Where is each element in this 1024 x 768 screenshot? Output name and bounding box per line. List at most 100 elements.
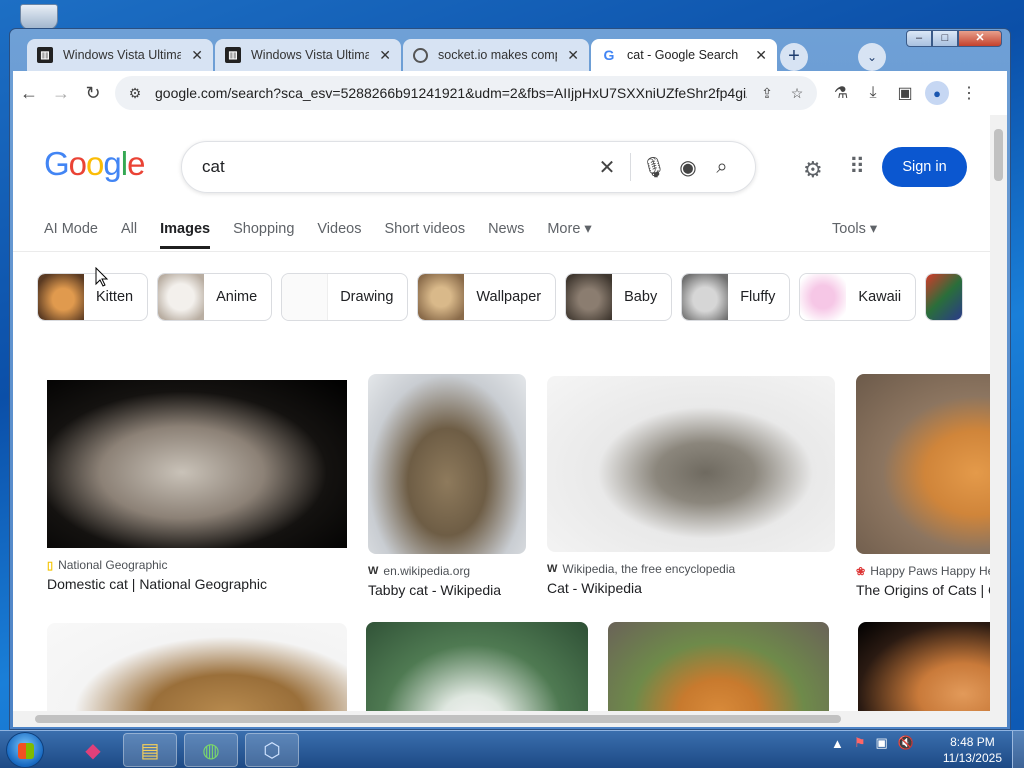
chip-thumbnail <box>158 274 205 320</box>
tab-vista-1[interactable]: ▥ Windows Vista Ultimat ✕ <box>27 39 213 71</box>
download-icon[interactable]: ⤓ <box>859 79 887 107</box>
action-center-flag-icon[interactable]: ⚑ <box>854 735 866 751</box>
refinement-chips: Kitten Anime Drawing Wallpaper Baby Fluf… <box>37 273 969 321</box>
close-icon[interactable]: ✕ <box>567 47 579 64</box>
sign-in-button[interactable]: Sign in <box>882 147 967 187</box>
tools-button[interactable]: Tools ▾ <box>832 221 877 237</box>
scrollbar-thumb[interactable] <box>994 129 1003 181</box>
tab-news[interactable]: News <box>488 221 524 237</box>
menu-kebab-icon[interactable]: ⋮ <box>955 79 983 107</box>
result-source[interactable]: W Wikipedia, the free encyclopedia <box>547 562 835 576</box>
result-title[interactable]: Tabby cat - Wikipedia <box>368 582 526 598</box>
volume-muted-icon[interactable]: 🔇 <box>898 735 914 751</box>
result-image[interactable] <box>47 380 347 548</box>
logo-letter: G <box>44 145 70 182</box>
taskbar-app-cube-icon[interactable]: ◆ <box>66 733 120 767</box>
result-source[interactable]: ▯ National Geographic <box>47 558 347 572</box>
image-result[interactable]: ❀ Happy Paws Happy He The Origins of Cat… <box>856 374 990 598</box>
chip-label: Drawing <box>340 289 394 305</box>
tab-search-chevron-icon[interactable]: ⌄ <box>858 43 886 71</box>
search-box[interactable]: cat ✕ 🎙 ◉ ⌕ <box>181 141 756 193</box>
image-result[interactable]: W Wikipedia, the free encyclopedia Cat -… <box>547 376 835 596</box>
tab-images[interactable]: Images <box>160 221 210 249</box>
chip-drawing[interactable]: Drawing <box>281 273 409 321</box>
show-desktop-button[interactable] <box>1012 731 1024 768</box>
minimize-button[interactable]: – <box>906 30 932 47</box>
extension-flask-icon[interactable]: ⚗ <box>827 79 855 107</box>
image-result[interactable]: W en.wikipedia.org Tabby cat - Wikipedia <box>368 374 526 598</box>
tab-label: socket.io makes comp <box>438 48 558 62</box>
forward-arrow-icon[interactable]: → <box>45 77 77 109</box>
search-input[interactable]: cat <box>202 157 590 177</box>
scrollbar-thumb[interactable] <box>35 715 841 723</box>
close-window-button[interactable]: ✕ <box>958 30 1002 47</box>
tab-short-videos[interactable]: Short videos <box>384 221 465 237</box>
url-text[interactable]: google.com/search?sca_esv=5288266b912419… <box>155 85 747 101</box>
system-tray: ▲ ⚑ ▣ 🔇 <box>831 735 914 751</box>
close-icon[interactable]: ✕ <box>379 47 391 64</box>
tab-all[interactable]: All <box>121 221 137 237</box>
result-image[interactable] <box>547 376 835 552</box>
taskbar-virtualbox-icon[interactable]: ⬡ <box>245 733 299 767</box>
search-icon[interactable]: ⌕ <box>705 156 739 179</box>
new-tab-button[interactable]: + <box>780 43 808 71</box>
taskbar-file-explorer-icon[interactable]: ▤ <box>123 733 177 767</box>
tab-google-search[interactable]: G cat - Google Search ✕ <box>591 39 777 71</box>
chip-kawaii[interactable]: Kawaii <box>799 273 917 321</box>
taskbar-chrome-icon[interactable]: ◍ <box>184 733 238 767</box>
tab-vista-2[interactable]: ▥ Windows Vista Ultimat ✕ <box>215 39 401 71</box>
google-icon: G <box>603 47 615 63</box>
chip-label: Anime <box>216 289 258 305</box>
chip-kitten[interactable]: Kitten <box>37 273 149 321</box>
close-icon[interactable]: ✕ <box>191 47 203 64</box>
microphone-icon[interactable]: 🎙 <box>637 155 671 180</box>
bookmark-star-icon[interactable]: ☆ <box>787 85 807 102</box>
tab-socketio[interactable]: socket.io makes comp ✕ <box>403 39 589 71</box>
address-bar[interactable]: ⚙ google.com/search?sca_esv=5288266b9124… <box>115 76 817 110</box>
recycle-bin-icon[interactable] <box>20 4 58 30</box>
result-image[interactable] <box>856 374 990 554</box>
camera-lens-icon[interactable]: ◉ <box>671 155 705 180</box>
result-source[interactable]: W en.wikipedia.org <box>368 564 526 578</box>
image-result[interactable]: ▯ National Geographic Domestic cat | Nat… <box>47 380 347 592</box>
chip-fluffy[interactable]: Fluffy <box>681 273 791 321</box>
tab-more[interactable]: More ▾ <box>547 221 591 237</box>
tab-videos[interactable]: Videos <box>317 221 361 237</box>
tab-label: Windows Vista Ultimat <box>63 48 182 62</box>
natgeo-icon: ▯ <box>47 559 54 572</box>
network-icon[interactable]: ▣ <box>876 735 888 751</box>
start-button[interactable] <box>6 732 44 768</box>
maximize-button[interactable]: □ <box>932 30 958 47</box>
tab-shopping[interactable]: Shopping <box>233 221 294 237</box>
happy-paws-icon: ❀ <box>856 565 866 578</box>
chip-thumbnail <box>38 274 84 320</box>
result-source[interactable]: ❀ Happy Paws Happy He <box>856 564 990 578</box>
google-logo[interactable]: Google <box>44 145 145 183</box>
chip-thumbnail <box>282 274 329 320</box>
clock[interactable]: 8:48 PM 11/13/2025 <box>943 734 1002 766</box>
result-title[interactable]: Domestic cat | National Geographic <box>47 576 347 592</box>
settings-gear-icon[interactable]: ⚙ <box>803 157 823 183</box>
tab-ai-mode[interactable]: AI Mode <box>44 221 98 237</box>
chip-anime[interactable]: Anime <box>157 273 273 321</box>
tray-expand-icon[interactable]: ▲ <box>831 736 844 751</box>
chip-baby[interactable]: Baby <box>565 273 673 321</box>
horizontal-scrollbar[interactable] <box>13 711 1007 727</box>
vertical-scrollbar[interactable] <box>990 115 1007 711</box>
result-image[interactable] <box>368 374 526 554</box>
back-arrow-icon[interactable]: ← <box>13 77 45 109</box>
tab-strip: ▥ Windows Vista Ultimat ✕ ▥ Windows Vist… <box>27 39 779 71</box>
side-panel-icon[interactable]: ▣ <box>891 79 919 107</box>
clear-icon[interactable]: ✕ <box>590 155 624 180</box>
chip-wallpaper[interactable]: Wallpaper <box>417 273 557 321</box>
vista-icon: ▥ <box>37 47 53 63</box>
reload-icon[interactable]: ↻ <box>77 77 109 109</box>
apps-grid-icon[interactable]: ⠿ <box>849 154 865 180</box>
site-info-icon[interactable]: ⚙ <box>125 85 145 102</box>
result-title[interactable]: Cat - Wikipedia <box>547 580 835 596</box>
profile-avatar[interactable]: ● <box>923 79 951 107</box>
result-title[interactable]: The Origins of Cats | C <box>856 582 990 598</box>
chip-partial[interactable] <box>925 273 964 321</box>
close-icon[interactable]: ✕ <box>755 47 767 64</box>
share-icon[interactable]: ⇪ <box>757 85 777 102</box>
